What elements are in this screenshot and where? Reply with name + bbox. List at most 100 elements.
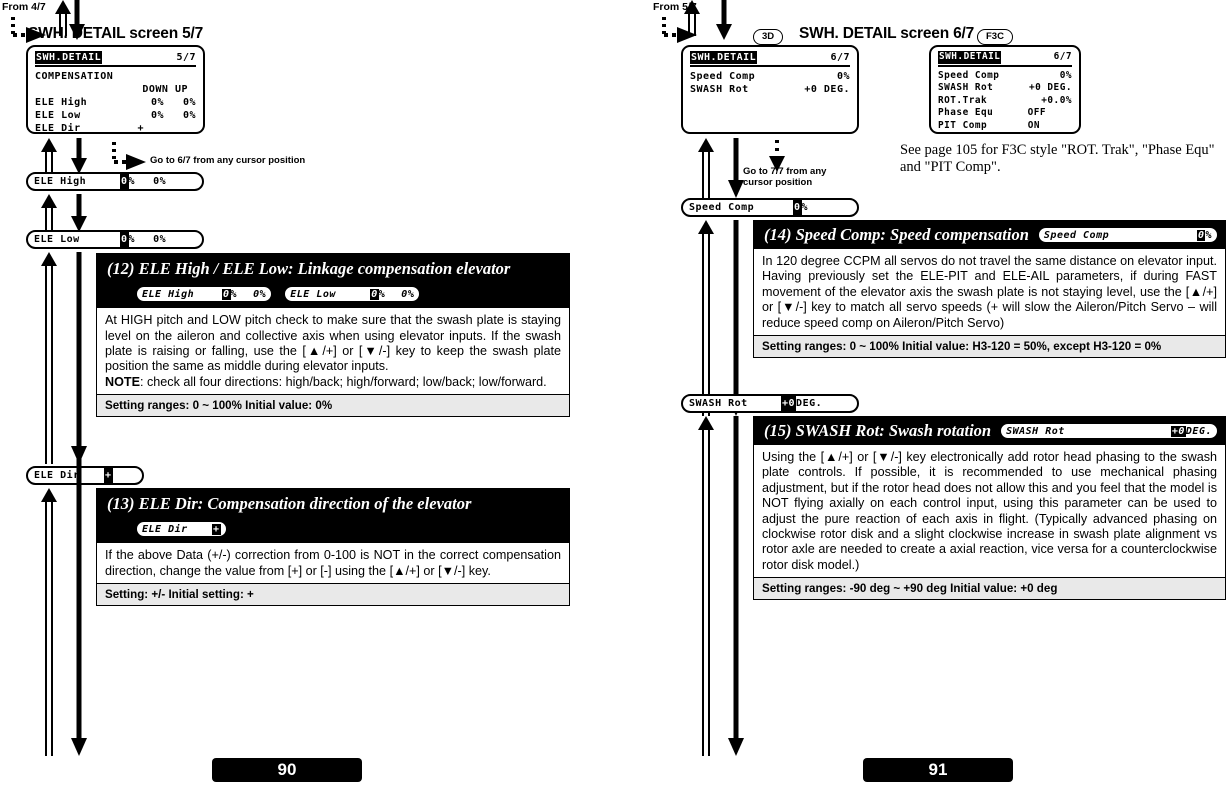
lcd-title: SWH.DETAIL (938, 51, 1002, 64)
lcd-row-swash-rot: SWASH Rot +0 DEG. (690, 83, 850, 96)
lcd-row-swash-rot: SWASH Rot +0 DEG. (938, 82, 1072, 95)
lcd-row-label: ELE Dir (35, 123, 81, 134)
flow-down-arrow-3 (68, 252, 90, 464)
lcd-swh-detail-6-7-f3c: SWH.DETAIL 6/7 Speed Comp 0% SWASH Rot +… (929, 45, 1081, 134)
lcd-row-speed-comp: Speed Comp 0% (938, 70, 1072, 83)
lcd-row-rot-trak: ROT.Trak +0.0% (938, 95, 1072, 108)
inline-field-unit: DEG. (1185, 425, 1212, 437)
inline-field-label: ELE Low (290, 288, 336, 300)
field-label: ELE Low (34, 234, 80, 245)
field-box-swash-rot[interactable]: SWASH Rot +0 DEG. (681, 394, 859, 413)
section-14-card: (14) Speed Comp: Speed compensation Spee… (753, 220, 1226, 359)
inline-field-unit: % (1205, 229, 1212, 241)
flow-down-arrow-3 (725, 416, 747, 756)
section-15-title: (15) SWASH Rot: Swash rotation (764, 421, 992, 440)
field-label: ELE High (34, 176, 87, 187)
flow-up-arrow-2 (38, 194, 60, 232)
lcd-column-headers: DOWN UP (142, 84, 188, 95)
inline-field-label: ELE Dir (142, 523, 188, 535)
lcd-title: SWH.DETAIL (35, 51, 103, 64)
section-13-footer: Setting: +/- Initial setting: + (97, 583, 569, 606)
section-15-body: Using the [▲/+] or [▼/-] key electronica… (762, 450, 1217, 572)
inline-field-unit: % (230, 288, 238, 300)
inline-field-selected: 0 (1196, 229, 1206, 241)
page-90: From 4/7 SWH. DETAIL screen 5/7 SWH.DETA… (0, 0, 613, 786)
flow-up-arrow-3 (38, 252, 60, 464)
lcd-row-value-dir: + (137, 123, 144, 134)
section-14-footer: Setting ranges: 0 ~ 100% Initial value: … (754, 335, 1225, 358)
inline-field-ele-high[interactable]: ELE High 0 % 0% (135, 285, 274, 304)
inline-field-speed-comp[interactable]: Speed Comp 0 % (1036, 226, 1219, 244)
lcd-row-ele-low: ELE Low 0% 0% (35, 109, 196, 122)
section-12-note-body: : check all four directions: high/back; … (139, 374, 547, 389)
lcd-row-label: Speed Comp (690, 71, 756, 82)
badge-3d: 3D (753, 29, 784, 45)
lcd-page-indicator: 6/7 (830, 52, 850, 63)
section-12-inline-fields: ELE High 0 % 0% ELE Low 0 % 0% (107, 283, 561, 304)
section-15-footer: Setting ranges: -90 deg ~ +90 deg Initia… (754, 577, 1225, 600)
flow-up-arrow-3 (695, 416, 717, 756)
flow-up-arrow-1 (695, 138, 717, 198)
field-unit: DEG. (796, 398, 823, 409)
section-13-title: (13) ELE Dir: Compensation direction of … (107, 494, 472, 513)
lcd-row-pit-comp: PIT Comp ON (938, 120, 1072, 133)
goto-label-line1: Go to 7/7 from any (743, 166, 827, 177)
inline-field-ele-dir[interactable]: ELE Dir + (135, 520, 228, 539)
lcd-row-value-down: 0% (150, 110, 164, 121)
goto-label-7-7: Go to 7/7 from any cursor position (743, 166, 826, 188)
field-second-value: 0% (153, 176, 167, 187)
inline-field-label: SWASH Rot (1006, 425, 1065, 437)
page-91: From 5/7 3D SWH. DETAIL screen 6/7 F3C S… (613, 0, 1226, 786)
lcd-row-speed-comp: Speed Comp 0% (690, 70, 850, 83)
field-box-speed-comp[interactable]: Speed Comp 0 % (681, 198, 859, 217)
lcd-row-value-up: 0% (182, 110, 196, 121)
goto-label-line2: cursor position (743, 177, 813, 188)
inline-field-second: 0% (253, 288, 267, 300)
lcd-title: SWH.DETAIL (690, 51, 758, 64)
flow-down-arrow-1 (68, 138, 90, 174)
section-15-header: (15) SWASH Rot: Swash rotation SWASH Rot… (754, 417, 1225, 445)
f3c-note: See page 105 for F3C style "ROT. Trak", … (900, 142, 1215, 175)
lcd-swh-detail-6-7-3d: SWH.DETAIL 6/7 Speed Comp 0% SWASH Rot +… (681, 45, 859, 134)
lcd-row-label: Phase Equ (938, 107, 994, 119)
field-label: SWASH Rot (689, 398, 748, 409)
section-12-header: (12) ELE High / ELE Low: Linkage compens… (97, 254, 569, 309)
lcd-row-value: +0 DEG. (804, 84, 850, 95)
flow-down-arrow-4 (68, 444, 90, 756)
flow-up-arrow-2 (695, 220, 717, 416)
lcd-row-label: PIT Comp (938, 119, 988, 131)
inline-field-selected: 0 (222, 288, 231, 300)
badge-f3c: F3C (977, 29, 1013, 45)
section-12-body-text: At HIGH pitch and LOW pitch check to mak… (105, 313, 561, 374)
section-12-note-label: NOTE (105, 374, 140, 389)
screen-title-5-7: SWH. DETAIL screen 5/7 (28, 25, 204, 42)
section-13-header: (13) ELE Dir: Compensation direction of … (97, 489, 569, 544)
lcd-row-value: +0.0% (1041, 94, 1072, 106)
flow-down-arrow-to-screen (713, 0, 735, 40)
lcd-row-label: ELE Low (35, 110, 81, 121)
inline-field-ele-low[interactable]: ELE Low 0 % 0% (283, 285, 422, 304)
lcd-row-value-up: 0% (182, 97, 196, 108)
field-unit: % (128, 176, 136, 187)
section-14-body: In 120 degree CCPM all servos do not tra… (762, 254, 1217, 330)
lcd-row-value: 0% (1059, 69, 1072, 81)
lcd-row-value: 0% (836, 71, 850, 82)
section-12-card: (12) ELE High / ELE Low: Linkage compens… (96, 253, 570, 418)
field-box-ele-high[interactable]: ELE High 0 % 0% (26, 172, 204, 191)
field-second-value: 0% (153, 234, 167, 245)
goto-label-6-7: Go to 6/7 from any cursor position (150, 155, 306, 166)
lcd-row-label: ROT.Trak (938, 94, 988, 106)
field-selected-value: + (104, 468, 113, 483)
flow-down-arrow-2 (68, 194, 90, 232)
screen-title-6-7: SWH. DETAIL screen 6/7 (799, 25, 975, 42)
field-selected-value: 0 (793, 200, 802, 215)
section-12-body: At HIGH pitch and LOW pitch check to mak… (97, 308, 569, 394)
lcd-row-value: ON (1027, 119, 1040, 131)
field-selected-value: 0 (120, 174, 129, 189)
inline-field-swash-rot[interactable]: SWASH Rot +0 DEG. (999, 422, 1219, 440)
inline-field-label: ELE High (142, 288, 195, 300)
lcd-row-label: SWASH Rot (690, 84, 749, 95)
section-13-body: If the above Data (+/-) correction from … (105, 548, 561, 578)
field-box-ele-low[interactable]: ELE Low 0 % 0% (26, 230, 204, 249)
field-unit: % (128, 234, 136, 245)
